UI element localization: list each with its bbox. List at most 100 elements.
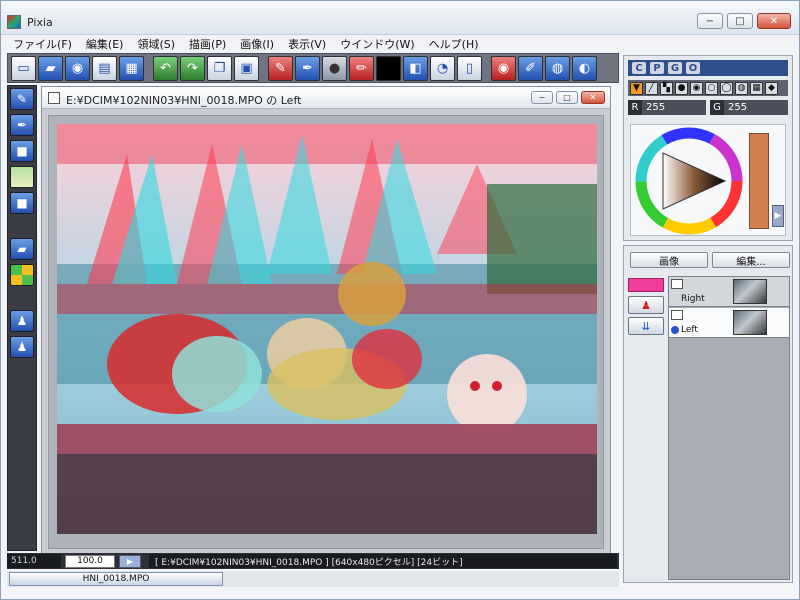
diamond-shape-icon[interactable]: ◆	[765, 81, 778, 95]
maximize-button[interactable]: □	[727, 13, 753, 29]
menu-help[interactable]: ヘルプ(H)	[429, 36, 479, 52]
r-label: R	[628, 100, 642, 115]
layer-type-icon	[671, 310, 683, 320]
g-value: 255	[728, 102, 748, 113]
paste-icon[interactable]: ▣	[234, 55, 259, 81]
tab-gradient[interactable]: G	[668, 62, 682, 74]
zoom-field[interactable]: 100.0	[65, 554, 115, 568]
document-title-bar: E:¥DCIM¥102NIN03¥HNI_0018.MPO の Left − □…	[42, 87, 610, 109]
canvas-image[interactable]	[57, 124, 597, 534]
document-title: E:¥DCIM¥102NIN03¥HNI_0018.MPO の Left	[66, 94, 302, 107]
app-window: Pixia − □ ✕ ファイル(F) 編集(E) 領域(S) 描画(P) 画像…	[0, 0, 800, 600]
brush-icon[interactable]: ✎	[268, 55, 293, 81]
menu-view[interactable]: 表示(V)	[288, 36, 326, 52]
g-label: G	[710, 100, 724, 115]
image-button[interactable]: 画像	[630, 252, 708, 268]
undo-icon[interactable]: ↶	[153, 55, 178, 81]
r-field[interactable]: R 255	[628, 100, 706, 115]
print-icon[interactable]: ▦	[119, 55, 144, 81]
menu-image[interactable]: 画像(I)	[240, 36, 274, 52]
copy-icon[interactable]: ❐	[207, 55, 232, 81]
circle-shape-icon[interactable]: ○	[705, 81, 718, 95]
g-field[interactable]: G 255	[710, 100, 788, 115]
globe2-icon[interactable]: ◐	[572, 55, 597, 81]
pattern-shape-icon[interactable]: ▚	[660, 81, 673, 95]
document-taskbar: HNI_0018.MPO	[7, 571, 619, 587]
color-panel: C P G O ▼ ╱ ▚ ● ◉ ○ ◯ ◍ ▦ ◆ R 255 G 255	[623, 55, 793, 241]
tab-other[interactable]: O	[686, 62, 700, 74]
open-icon[interactable]: ▰	[38, 55, 63, 81]
dot-shape-icon[interactable]: ●	[675, 81, 688, 95]
edit-icon[interactable]: ✐	[518, 55, 543, 81]
menu-window[interactable]: ウインドウ(W)	[340, 36, 414, 52]
ring-shape-icon[interactable]: ◯	[720, 81, 733, 95]
new-icon[interactable]: ▭	[11, 55, 36, 81]
menu-bar: ファイル(F) 編集(E) 領域(S) 描画(P) 画像(I) 表示(V) ウイ…	[1, 35, 799, 53]
doc-maximize-button[interactable]: □	[556, 91, 578, 104]
pen-shape-icon[interactable]: ╱	[645, 81, 658, 95]
gradient-tool-icon[interactable]	[10, 166, 34, 188]
current-color-swatch[interactable]	[749, 133, 769, 229]
document-window: E:¥DCIM¥102NIN03¥HNI_0018.MPO の Left − □…	[41, 86, 611, 554]
pen-tool-icon[interactable]: ✒	[10, 114, 34, 136]
tab-color[interactable]: C	[632, 62, 646, 74]
menu-edit[interactable]: 編集(E)	[86, 36, 124, 52]
layer-row-right[interactable]: Right	[669, 277, 789, 307]
minimize-button[interactable]: −	[697, 13, 723, 29]
cursor-coordinate: 511.0	[7, 554, 61, 568]
blur-shape-icon[interactable]: ◍	[735, 81, 748, 95]
expand-arrow-icon[interactable]: ▶	[772, 205, 784, 227]
rectangle-tool-icon[interactable]: ■	[10, 140, 34, 162]
color-panel-tabs: C P G O	[628, 60, 788, 76]
camera-icon[interactable]: ◉	[65, 55, 90, 81]
menu-file[interactable]: ファイル(F)	[13, 36, 72, 52]
grid-shape-icon[interactable]: ▦	[750, 81, 763, 95]
layer-thumbnail	[733, 310, 767, 335]
window-controls: − □ ✕	[697, 13, 791, 29]
zoom-play-button[interactable]: ▶	[119, 554, 141, 568]
layer-icon[interactable]: ◧	[403, 55, 428, 81]
doc-close-button[interactable]: ✕	[581, 91, 605, 104]
layer-thumbnail	[733, 279, 767, 304]
layer-type-icon	[671, 279, 683, 289]
main-toolbar: ▭ ▰ ◉ ▤ ▦ ↶ ↷ ❐ ▣ ✎ ✒ ● ✏ ◧ ◔ ▯ ◉ ✐ ◍ ◐	[7, 53, 619, 83]
tab-palette[interactable]: P	[650, 62, 664, 74]
brush-shape-icon[interactable]: ▼	[630, 81, 643, 95]
document-tab[interactable]: HNI_0018.MPO	[9, 572, 223, 586]
tool-column: ✎ ✒ ■ ■ ▰ ♟ ♟	[7, 85, 37, 551]
save-icon[interactable]: ▤	[92, 55, 117, 81]
menu-selection[interactable]: 領域(S)	[137, 36, 175, 52]
redo-icon[interactable]: ↷	[180, 55, 205, 81]
app-icon	[7, 15, 21, 29]
color-black-icon[interactable]	[376, 55, 401, 81]
sphere-icon[interactable]: ●	[322, 55, 347, 81]
app-title: Pixia	[27, 16, 53, 29]
document-controls: − □ ✕	[531, 91, 605, 104]
layer-name: Left	[681, 325, 698, 335]
merge-layer-icon[interactable]: ⇊	[628, 317, 664, 335]
pen-icon[interactable]: ✒	[295, 55, 320, 81]
edit-button[interactable]: 編集...	[712, 252, 790, 268]
document-icon	[48, 92, 60, 104]
pattern-tool-icon[interactable]	[10, 264, 34, 286]
menu-draw[interactable]: 描画(P)	[189, 36, 226, 52]
close-button[interactable]: ✕	[757, 13, 791, 29]
new-layer-icon[interactable]: ♟	[628, 296, 664, 314]
document-icon[interactable]: ▯	[457, 55, 482, 81]
rgb-values: R 255 G 255	[628, 100, 788, 116]
soft-shape-icon[interactable]: ◉	[690, 81, 703, 95]
globe-icon[interactable]: ◍	[545, 55, 570, 81]
brush-tool-icon[interactable]: ✎	[10, 88, 34, 110]
layer-tool-icon[interactable]: ▰	[10, 238, 34, 260]
color-wheel[interactable]	[633, 127, 745, 235]
fill-tool-icon[interactable]: ■	[10, 192, 34, 214]
timer-icon[interactable]: ◔	[430, 55, 455, 81]
record-icon[interactable]: ◉	[491, 55, 516, 81]
visibility-eye-icon[interactable]	[671, 326, 679, 334]
pencil-icon[interactable]: ✏	[349, 55, 374, 81]
stamp-tool-icon[interactable]: ♟	[10, 310, 34, 332]
doc-minimize-button[interactable]: −	[531, 91, 553, 104]
stamp2-tool-icon[interactable]: ♟	[10, 336, 34, 358]
layer-color-swatch[interactable]	[628, 278, 664, 292]
layer-row-left[interactable]: Left	[669, 308, 789, 338]
